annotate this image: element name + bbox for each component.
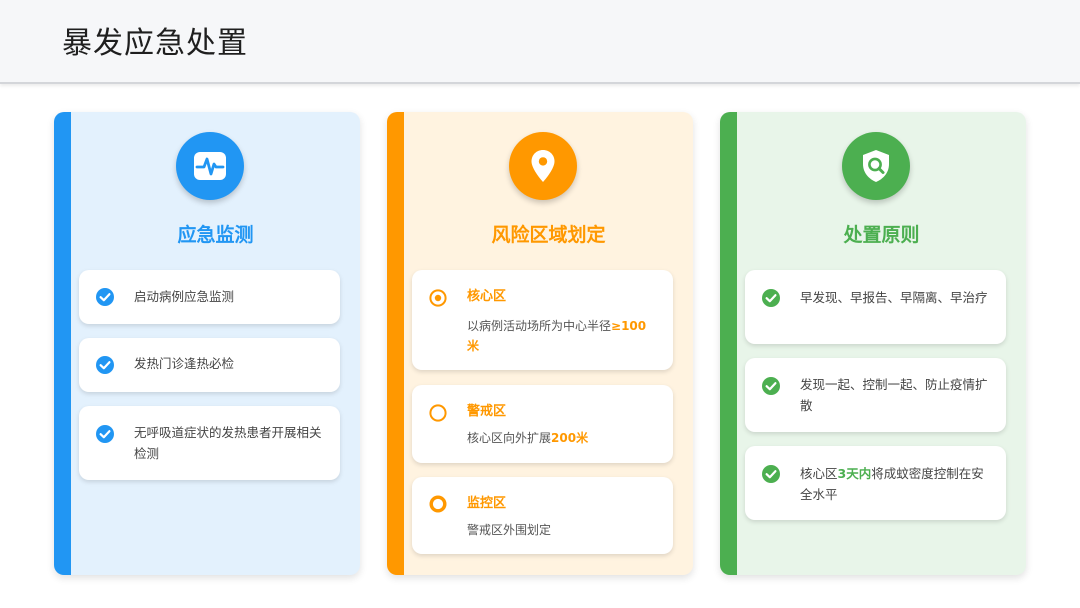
zone-extension-value: 200米 <box>551 431 589 445</box>
panel-title: 应急监测 <box>177 224 254 246</box>
panel-accent-stripe <box>54 112 71 575</box>
heartbeat-monitor-icon <box>176 132 244 200</box>
location-pin-icon <box>509 132 577 200</box>
list-item: 启动病例应急监测 <box>79 270 340 324</box>
zone-description: 以病例活动场所为中心半径≥100米 <box>467 319 647 353</box>
check-circle-icon <box>762 465 780 483</box>
list-item-text: 启动病例应急监测 <box>134 289 235 304</box>
list-item-text: 早发现、早报告、早隔离、早治疗 <box>800 290 988 305</box>
panel-accent-stripe <box>387 112 404 575</box>
zone-card-core: 核心区 以病例活动场所为中心半径≥100米 <box>412 270 673 370</box>
check-circle-icon <box>762 377 780 395</box>
list-item-text: 发热门诊逢热必检 <box>134 356 235 371</box>
zone-description: 警戒区外围划定 <box>467 523 552 537</box>
check-circle-icon <box>96 356 114 374</box>
zone-card-alert: 警戒区 核心区向外扩展200米 <box>412 385 673 463</box>
list-item: 早发现、早报告、早隔离、早治疗 <box>745 270 1006 344</box>
zone-title: 警戒区 <box>467 404 507 419</box>
zone-description: 核心区向外扩展200米 <box>467 431 589 445</box>
panel-title: 处置原则 <box>843 224 920 246</box>
list-item-text: 核心区3天内将成蚊密度控制在安全水平 <box>800 466 984 502</box>
shield-search-icon <box>842 132 910 200</box>
zone-title: 核心区 <box>467 289 507 304</box>
check-circle-icon <box>96 425 114 443</box>
panel-risk-zoning: 风险区域划定 核心区 以病例活动场所为中心半径≥100米 警戒区 核心区向外扩展… <box>387 112 693 575</box>
zone-card-monitor: 监控区 警戒区外围划定 <box>412 477 673 554</box>
page-title: 暴发应急处置 <box>62 26 248 61</box>
panel-emergency-monitoring: 应急监测 启动病例应急监测 发热门诊逢热必检 无呼吸道症状的发热患者开展相关检测 <box>54 112 360 575</box>
list-item: 核心区3天内将成蚊密度控制在安全水平 <box>745 446 1006 520</box>
radio-bold-icon <box>429 495 447 513</box>
check-circle-icon <box>96 288 114 306</box>
panel-title: 风险区域划定 <box>491 224 606 246</box>
list-item: 无呼吸道症状的发热患者开展相关检测 <box>79 406 340 480</box>
panel-accent-stripe <box>720 112 737 575</box>
radio-selected-icon <box>429 289 447 307</box>
header-bar: 暴发应急处置 <box>0 0 1080 84</box>
list-item: 发现一起、控制一起、防止疫情扩散 <box>745 358 1006 432</box>
panel-handling-principles: 处置原则 早发现、早报告、早隔离、早治疗 发现一起、控制一起、防止疫情扩散 核心… <box>720 112 1026 575</box>
time-limit-value: 3天内 <box>837 466 872 481</box>
list-item-text: 无呼吸道症状的发热患者开展相关检测 <box>134 425 322 461</box>
radio-empty-icon <box>429 404 447 422</box>
list-item-text: 发现一起、控制一起、防止疫情扩散 <box>800 377 988 413</box>
zone-title: 监控区 <box>467 496 507 511</box>
check-circle-icon <box>762 289 780 307</box>
list-item: 发热门诊逢热必检 <box>79 338 340 392</box>
